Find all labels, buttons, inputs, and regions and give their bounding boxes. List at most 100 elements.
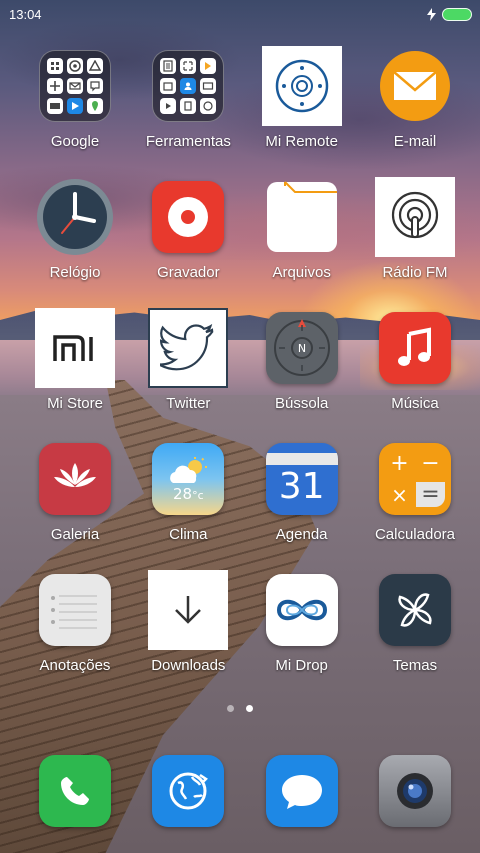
battery-icon bbox=[442, 7, 472, 21]
calculator-icon: + − × = bbox=[378, 443, 451, 515]
gmail-icon bbox=[67, 78, 83, 94]
app-mi-store[interactable]: Mi Store bbox=[20, 302, 130, 433]
status-right bbox=[427, 7, 472, 21]
app-weather[interactable]: 28°c Clima bbox=[133, 433, 243, 564]
weather-temperature-unit: °c bbox=[192, 488, 204, 502]
sun-cloud-icon bbox=[170, 456, 208, 483]
calendar-icon: 31 bbox=[265, 443, 338, 515]
dock-browser[interactable] bbox=[133, 745, 243, 835]
app-calendar-icon-wrap: 31 bbox=[262, 439, 342, 519]
dock-messages-icon-wrap bbox=[262, 751, 342, 831]
app-twitter[interactable]: Twitter bbox=[133, 302, 243, 433]
contacts-icon bbox=[180, 78, 197, 94]
app-mi-drop[interactable]: Mi Drop bbox=[247, 564, 357, 695]
app-files[interactable]: Arquivos bbox=[247, 171, 357, 302]
app-music[interactable]: Música bbox=[360, 302, 470, 433]
calendar-top-strip bbox=[265, 453, 338, 465]
compass-icon: N bbox=[265, 312, 338, 384]
google-search-icon bbox=[47, 58, 63, 74]
app-mi-store-icon-wrap bbox=[35, 308, 115, 388]
app-label: Anotações bbox=[39, 657, 111, 674]
sim-toolkit-icon bbox=[180, 98, 197, 114]
app-label: Bússola bbox=[274, 395, 329, 412]
movies-icon bbox=[47, 98, 63, 114]
app-email[interactable]: E-mail bbox=[360, 40, 470, 171]
app-grid: Google Ferramentas Mi Remote E-mail Reló… bbox=[0, 40, 480, 695]
weather-temperature: 28°c bbox=[173, 486, 204, 502]
app-files-icon-wrap bbox=[262, 177, 342, 257]
drive-icon bbox=[87, 58, 103, 74]
app-calculator[interactable]: + − × = Calculadora bbox=[360, 433, 470, 564]
hangouts-icon bbox=[87, 78, 103, 94]
dock-phone[interactable] bbox=[20, 745, 130, 835]
photos-icon bbox=[47, 78, 63, 94]
app-label: Rádio FM bbox=[382, 264, 448, 281]
app-twitter-icon-wrap bbox=[148, 308, 229, 388]
app-label: Música bbox=[391, 395, 439, 412]
app-label: Calculadora bbox=[374, 526, 455, 543]
security-icon bbox=[200, 58, 217, 74]
app-gallery[interactable]: Galeria bbox=[20, 433, 130, 564]
app-recorder-icon-wrap bbox=[148, 177, 228, 257]
app-calendar[interactable]: 31 Agenda bbox=[247, 433, 357, 564]
app-notes[interactable]: Anotações bbox=[20, 564, 130, 695]
app-downloads[interactable]: Downloads bbox=[133, 564, 243, 695]
app-label: Twitter bbox=[166, 395, 211, 412]
app-themes[interactable]: Temas bbox=[360, 564, 470, 695]
clock-icon bbox=[37, 179, 113, 255]
app-themes-icon-wrap bbox=[375, 570, 455, 650]
dock-camera-icon-wrap bbox=[375, 751, 455, 831]
app-recorder[interactable]: Gravador bbox=[133, 171, 243, 302]
mi-logo bbox=[53, 335, 93, 361]
calc-equals: = bbox=[415, 482, 445, 507]
twitter-icon bbox=[148, 308, 229, 388]
feedback-icon bbox=[200, 98, 217, 114]
browser-icon bbox=[152, 755, 225, 827]
app-downloads-icon-wrap bbox=[148, 570, 229, 650]
weather-icon: 28°c bbox=[152, 443, 225, 515]
status-time: 13:04 bbox=[9, 6, 42, 22]
app-mi-remote[interactable]: Mi Remote bbox=[247, 40, 357, 171]
mail-icon bbox=[200, 78, 217, 94]
gallery-icon bbox=[39, 443, 111, 515]
app-calculator-icon-wrap: + − × = bbox=[375, 439, 455, 519]
page-dot[interactable] bbox=[227, 705, 234, 712]
downloads-icon bbox=[148, 570, 229, 650]
radio-fm-icon bbox=[374, 177, 455, 257]
scanner-icon bbox=[180, 58, 197, 74]
recorder-icon bbox=[152, 181, 225, 253]
dock-messages[interactable] bbox=[247, 745, 357, 835]
themes-icon bbox=[378, 574, 451, 646]
google-folder-icon bbox=[39, 50, 111, 122]
app-compass-icon-wrap: N bbox=[262, 308, 342, 388]
app-mi-remote-icon-wrap bbox=[261, 46, 342, 126]
app-label: Galeria bbox=[50, 526, 100, 543]
app-radio-fm-icon-wrap bbox=[374, 177, 455, 257]
app-radio-fm[interactable]: Rádio FM bbox=[360, 171, 470, 302]
mi-drop-icon bbox=[265, 574, 338, 646]
compass-north-label: N bbox=[298, 342, 306, 355]
page-dot-active[interactable] bbox=[246, 705, 253, 712]
app-clock[interactable]: Relógio bbox=[20, 171, 130, 302]
app-clock-icon-wrap bbox=[35, 177, 115, 257]
phone-icon bbox=[39, 755, 111, 827]
app-gallery-icon-wrap bbox=[35, 439, 115, 519]
app-label: Arquivos bbox=[272, 264, 331, 281]
app-compass[interactable]: N Bússola bbox=[247, 302, 357, 433]
video-icon bbox=[160, 98, 177, 114]
app-label: Mi Drop bbox=[275, 657, 328, 674]
dock-camera[interactable] bbox=[360, 745, 470, 835]
app-label: Clima bbox=[169, 526, 208, 543]
calendar-day: 31 bbox=[278, 466, 325, 507]
dock bbox=[0, 745, 480, 835]
app-label: Agenda bbox=[275, 526, 328, 543]
app-google[interactable]: Google bbox=[20, 40, 130, 171]
app-label: Mi Store bbox=[47, 395, 103, 412]
app-ferramentas[interactable]: Ferramentas bbox=[133, 40, 243, 171]
play-store-icon bbox=[67, 98, 83, 114]
app-ferramentas-icon-wrap bbox=[148, 46, 228, 126]
mi-remote-icon bbox=[261, 46, 342, 126]
app-music-icon-wrap bbox=[375, 308, 455, 388]
dock-phone-icon-wrap bbox=[35, 751, 115, 831]
dock-browser-icon-wrap bbox=[148, 751, 228, 831]
